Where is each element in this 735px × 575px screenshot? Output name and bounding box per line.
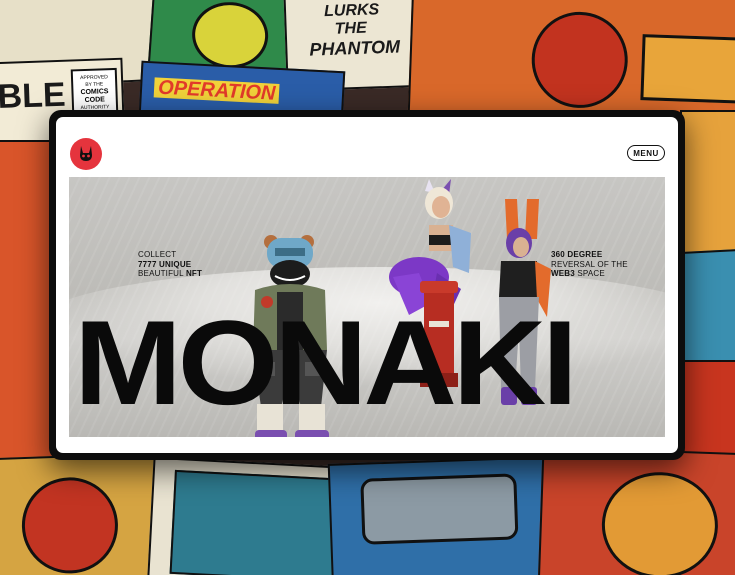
comic-text-lurks: LURKS xyxy=(323,1,380,21)
comic-code-approved: APPROVED xyxy=(79,74,108,82)
comic-code-comics: COMICS xyxy=(80,88,109,97)
hero-right-line3: SPACE xyxy=(577,269,605,278)
hero-right-line1: 360 DEGREE xyxy=(551,250,603,259)
hero-text-right: 360 DEGREE REVERSAL OF THE WEB3 SPACE xyxy=(551,250,628,279)
hero-left-line2: 7777 UNIQUE xyxy=(138,259,192,269)
menu-button[interactable]: MENU xyxy=(627,145,665,161)
hero-left-line3: BEAUTIFUL xyxy=(138,269,184,278)
hero-title-monaki: MONAKI xyxy=(74,296,578,430)
comic-code-code: CODE xyxy=(84,96,106,105)
comic-cover-right-blue xyxy=(676,247,735,377)
comic-cover-bottom-right xyxy=(537,446,735,575)
comic-cover-bottom-center xyxy=(146,456,358,575)
hero-text-left: COLLECT 7777 UNIQUE BEAUTIFUL NFT xyxy=(138,250,202,279)
hero-left-line3-bold: NFT xyxy=(185,269,203,278)
comic-cover-bottom-blue xyxy=(327,456,557,575)
comic-text-ble: BLE xyxy=(0,75,67,117)
comic-text-the: THE xyxy=(334,19,367,38)
rabbit-logo-icon[interactable] xyxy=(70,138,102,170)
website-screen: MENU COLLECT 7777 UNIQUE BEAUTIFUL NFT 3… xyxy=(56,117,678,453)
hero-right-line2: REVERSAL OF THE xyxy=(551,259,628,269)
comic-cover-right-orange xyxy=(680,110,735,264)
comic-text-operation: OPERATION xyxy=(153,77,280,105)
hero-right-line3-bold: WEB3 xyxy=(551,269,575,278)
comic-text-phantom: PHANTOM xyxy=(309,36,401,60)
hero-left-line1: COLLECT xyxy=(138,250,177,259)
comic-code-bythe: BY THE xyxy=(85,81,104,88)
